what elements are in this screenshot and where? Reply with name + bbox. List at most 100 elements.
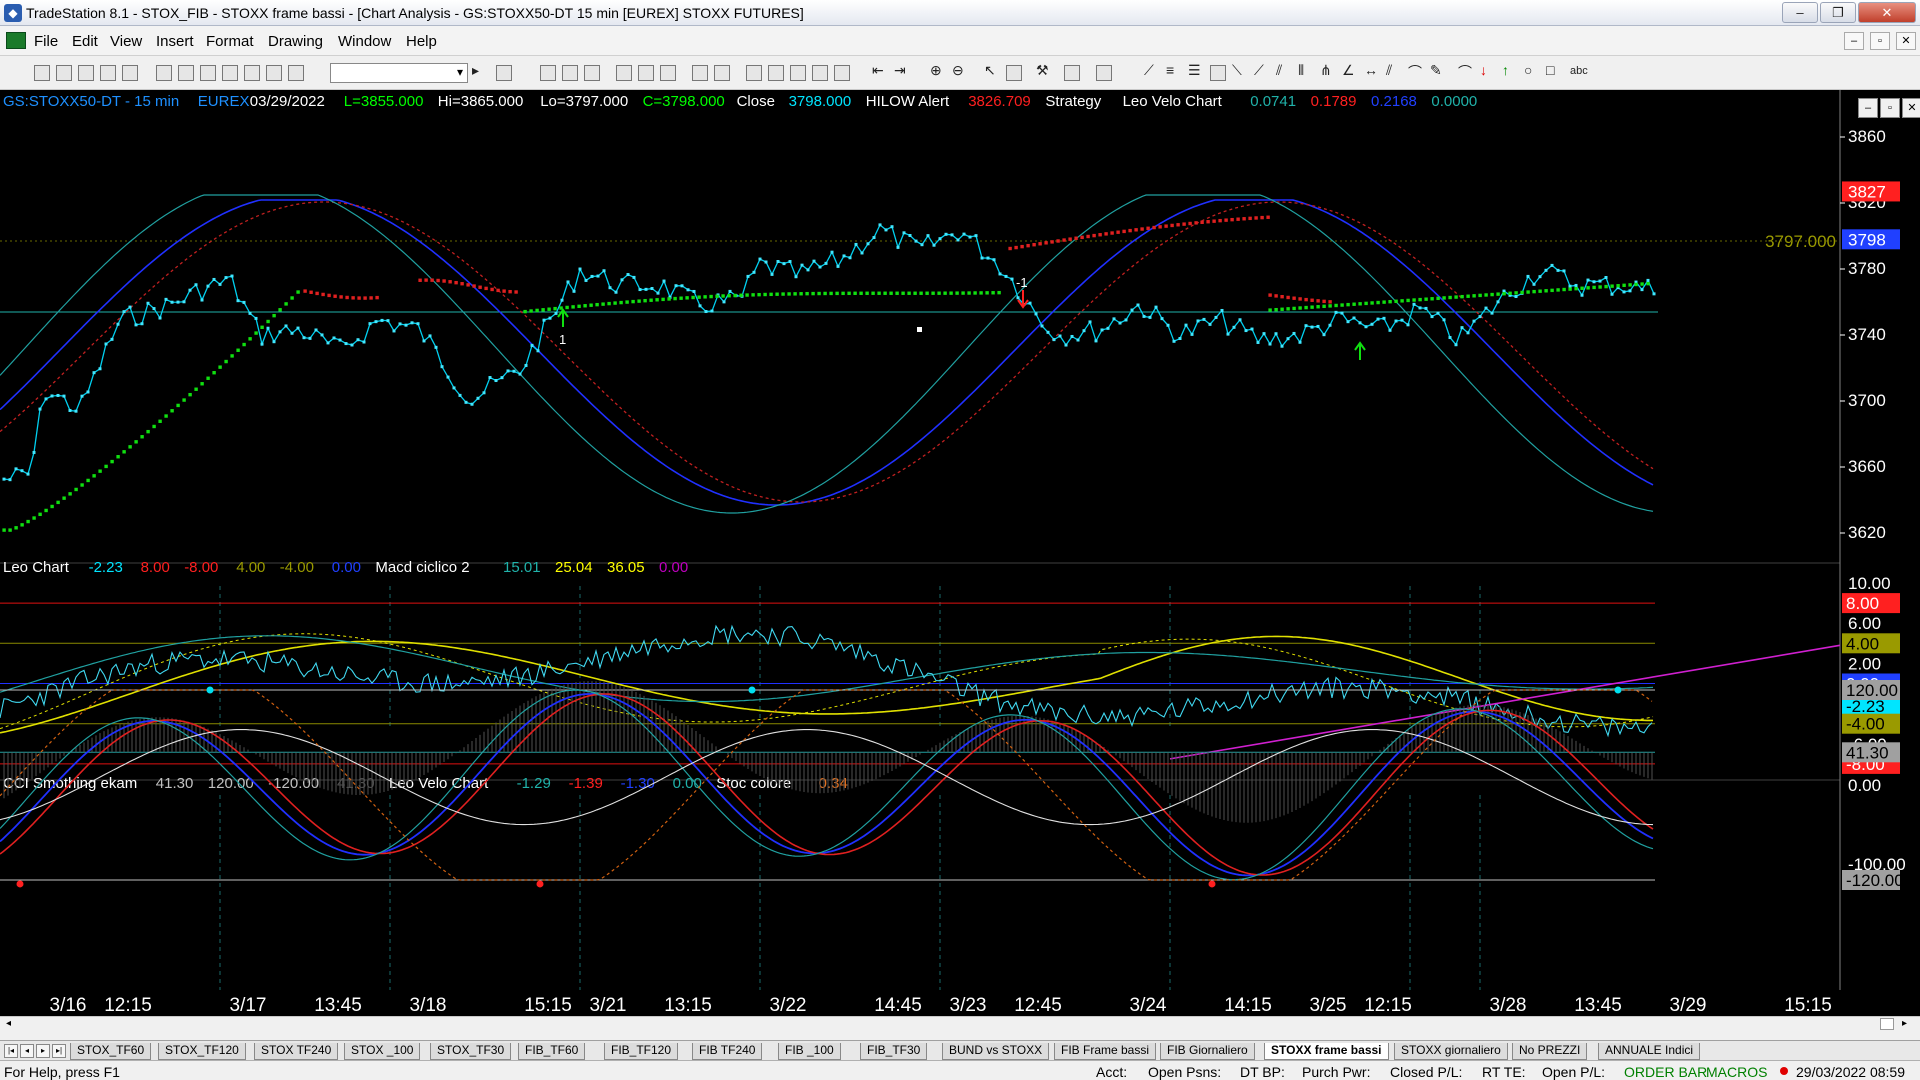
arc-icon[interactable]: ⌒ [1408, 62, 1422, 82]
vertical-lines-icon[interactable]: ⦀ [1298, 62, 1304, 79]
regression-icon[interactable]: ⫽ [1276, 62, 1282, 79]
workspace-tab-bund-vs-stoxx[interactable]: BUND vs STOXX [942, 1043, 1050, 1060]
format-window-icon[interactable] [562, 65, 578, 81]
chart-analysis-window[interactable]: GS:STOXX50-DT - 15 min EUREX 03/29/2022 L=3… [0, 90, 1920, 1020]
scroll-right-arrow-icon[interactable]: ▸ [1902, 1018, 1907, 1029]
menu-edit[interactable]: Edit [72, 33, 98, 50]
new-workspace-icon[interactable] [100, 65, 116, 81]
arrow-up-icon[interactable]: ↑ [1502, 62, 1509, 78]
menu-format[interactable]: Format [206, 33, 254, 50]
tradestation-app-icon[interactable]: ◆ [4, 4, 22, 22]
tab-last-icon[interactable]: ▸| [52, 1044, 66, 1058]
probability-icon[interactable] [714, 65, 730, 81]
hammer-icon[interactable]: ⚒ [1036, 62, 1049, 79]
play-icon[interactable]: ▸ [472, 62, 479, 79]
save-icon[interactable] [156, 65, 172, 81]
strategy-icon[interactable] [638, 65, 654, 81]
mdi-minimize-button[interactable]: – [1844, 32, 1864, 50]
eraser-icon[interactable] [1096, 65, 1112, 81]
lock-icon[interactable] [244, 65, 260, 81]
symbol-lookup-icon[interactable] [496, 65, 512, 81]
workspace-tab-fib-tf120[interactable]: FIB_TF120 [604, 1043, 679, 1060]
close-button[interactable]: ✕ [1858, 2, 1916, 23]
new-icon[interactable] [34, 65, 50, 81]
scroll-thumb[interactable] [1880, 1018, 1894, 1030]
zoom-out-icon[interactable]: ⊖ [952, 62, 964, 79]
workspace-tab-no-prezzi[interactable]: No PREZZI [1512, 1043, 1588, 1060]
volume-icon[interactable] [834, 65, 850, 81]
ellipse-icon[interactable]: ○ [1524, 62, 1532, 78]
candle-chart-icon[interactable] [768, 65, 784, 81]
mdi-restore-button[interactable]: ▫ [1870, 32, 1890, 50]
arrow-horizontal-icon[interactable]: ↔ [1364, 62, 1378, 78]
andrews-pitchfork-icon[interactable]: ⋔ [1320, 62, 1332, 79]
minimize-button[interactable]: – [1782, 2, 1818, 23]
trendline-icon[interactable]: ⟋ [1144, 62, 1154, 79]
tab-first-icon[interactable]: |◂ [4, 1044, 18, 1058]
scroll-left-arrow-icon[interactable]: ◂ [6, 1018, 11, 1029]
pointer-icon[interactable]: ↖ [984, 62, 996, 79]
paint-bar-icon[interactable] [660, 65, 676, 81]
globe-icon[interactable] [288, 65, 304, 81]
menu-window[interactable]: Window [338, 33, 391, 50]
speed-lines-icon[interactable]: ⟋ [1254, 62, 1264, 79]
horizontal-line-icon[interactable]: ☰ [1188, 62, 1201, 79]
workspace-tab-stoxx-giornaliero[interactable]: STOXX giornaliero [1394, 1043, 1508, 1060]
crosshair-icon[interactable] [1006, 65, 1022, 81]
workspace-tab-fib-giornaliero[interactable]: FIB Giornaliero [1160, 1043, 1255, 1060]
tab-next-icon[interactable]: ▸ [36, 1044, 50, 1058]
properties-icon[interactable] [266, 65, 282, 81]
chart-minimize-button[interactable]: – [1858, 98, 1878, 118]
workspace-tab-fib-100[interactable]: FIB _100 [778, 1043, 841, 1060]
workspace-tab-stox-tf60[interactable]: STOX_TF60 [70, 1043, 152, 1060]
insert-analysis-icon[interactable] [584, 65, 600, 81]
close-workspace-icon[interactable] [122, 65, 138, 81]
menu-help[interactable]: Help [406, 33, 437, 50]
mdi-close-button[interactable]: ✕ [1896, 32, 1916, 50]
angle-icon[interactable]: ∠ [1342, 62, 1355, 79]
indicator-icon[interactable] [616, 65, 632, 81]
print-icon[interactable] [178, 65, 194, 81]
chart-window-icon[interactable] [6, 32, 26, 49]
format-symbol-icon[interactable] [540, 65, 556, 81]
copy-icon[interactable] [200, 65, 216, 81]
open-workspace-icon[interactable] [78, 65, 94, 81]
workspace-tab-stox-tf240[interactable]: STOX TF240 [254, 1043, 339, 1060]
line-chart-icon[interactable] [790, 65, 806, 81]
freehand-icon[interactable]: ✎ [1430, 62, 1442, 79]
open-icon[interactable] [56, 65, 72, 81]
workspace-tab-stox-100[interactable]: STOX _100 [344, 1043, 421, 1060]
bar-chart-icon[interactable] [746, 65, 762, 81]
symbol-combo[interactable] [330, 63, 468, 83]
workspace-tab-annuale-indici[interactable]: ANNUALE Indici [1598, 1043, 1701, 1060]
workspace-tab-stoxx-frame-bassi[interactable]: STOXX frame bassi [1264, 1043, 1389, 1060]
scroll-right-icon[interactable]: ⇥ [894, 62, 906, 79]
menu-view[interactable]: View [110, 33, 142, 50]
maximize-button[interactable]: ❐ [1820, 2, 1856, 23]
horizontal-scrollbar[interactable]: ◂ ▸ [0, 1016, 1920, 1030]
text-tool-icon[interactable]: abc [1570, 65, 1588, 77]
menu-insert[interactable]: Insert [156, 33, 194, 50]
paste-icon[interactable] [222, 65, 238, 81]
scroll-left-icon[interactable]: ⇤ [872, 62, 884, 79]
workspace-tab-fib-frame-bassi[interactable]: FIB Frame bassi [1054, 1043, 1157, 1060]
chart-restore-button[interactable]: ▫ [1880, 98, 1900, 118]
zoom-in-icon[interactable]: ⊕ [930, 62, 942, 79]
workspace-tab-fib-tf30[interactable]: FIB_TF30 [860, 1043, 928, 1060]
macros-button[interactable]: MACROS [1706, 1064, 1767, 1080]
point-figure-icon[interactable] [812, 65, 828, 81]
workspace-tab-fib-tf60[interactable]: FIB_TF60 [518, 1043, 586, 1060]
menu-drawing[interactable]: Drawing [268, 33, 323, 50]
curve-icon[interactable]: ⌒ [1458, 62, 1472, 82]
order-bar-button[interactable]: ORDER BAR [1624, 1064, 1707, 1080]
arrow-down-icon[interactable]: ↓ [1480, 62, 1487, 78]
workspace-tab-stox-tf120[interactable]: STOX_TF120 [158, 1043, 246, 1060]
workspace-tab-stox-tf30[interactable]: STOX_TF30 [430, 1043, 512, 1060]
tab-prev-icon[interactable]: ◂ [20, 1044, 34, 1058]
parallel-lines-icon[interactable]: ≡ [1166, 62, 1174, 78]
menu-file[interactable]: File [34, 33, 58, 50]
workspace-tab-fib-tf240[interactable]: FIB TF240 [692, 1043, 763, 1060]
gann-fan-icon[interactable]: ⟍ [1232, 62, 1242, 79]
channel-icon[interactable]: ⫽ [1386, 62, 1392, 79]
rectangle-icon[interactable]: □ [1546, 62, 1554, 78]
